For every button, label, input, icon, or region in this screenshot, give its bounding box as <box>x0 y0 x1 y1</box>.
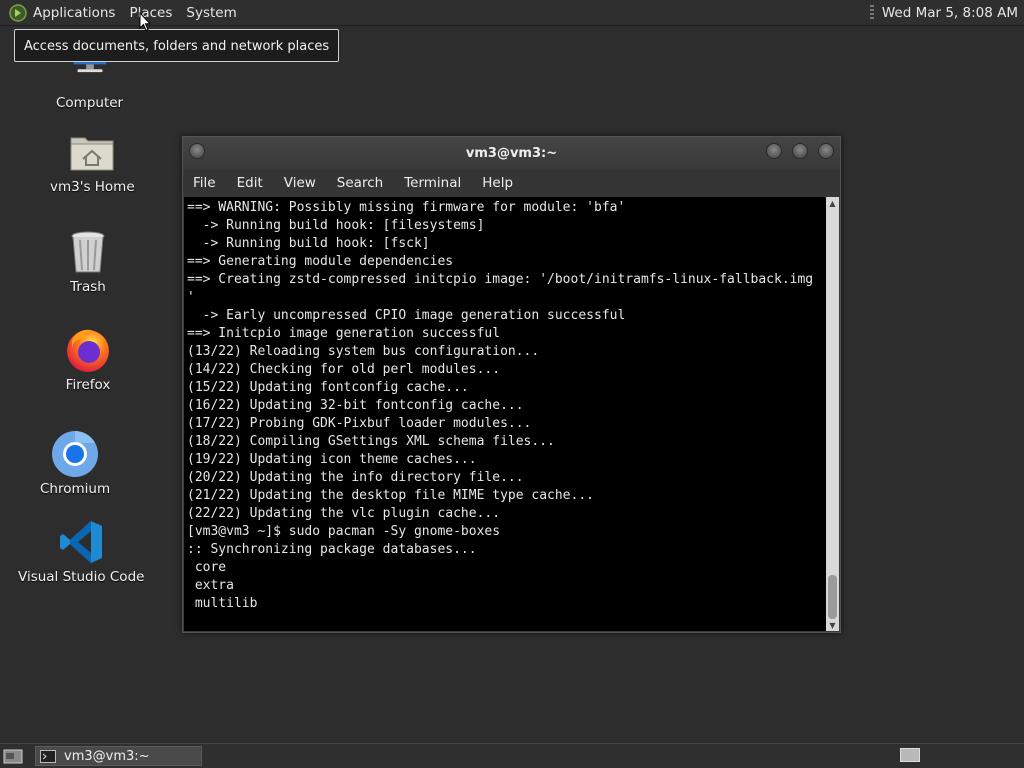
terminal-icon <box>40 749 56 763</box>
workspace-switcher[interactable] <box>900 748 920 762</box>
desktop-icon-home[interactable]: vm3's Home <box>50 128 135 195</box>
terminal-window: vm3@vm3:~ File Edit View Search Terminal… <box>182 136 841 633</box>
scroll-up-arrow-icon[interactable]: ▲ <box>826 197 839 209</box>
taskbar-item-label: vm3@vm3:~ <box>64 748 150 764</box>
terminal-text: ==> WARNING: Possibly missing firmware f… <box>184 197 827 613</box>
scrollbar-thumb[interactable] <box>828 575 837 619</box>
panel-handle[interactable] <box>869 4 874 21</box>
desktop-icon-label: Trash <box>70 279 106 295</box>
clock[interactable]: Wed Mar 5, 8:08 AM <box>882 5 1018 21</box>
desktop-icon-trash[interactable]: Trash <box>64 228 112 295</box>
desktop-icon-chromium[interactable]: Chromium <box>40 430 110 497</box>
menu-terminal[interactable]: Terminal <box>404 175 461 191</box>
terminal-output[interactable]: ==> WARNING: Possibly missing firmware f… <box>184 197 827 631</box>
menu-search[interactable]: Search <box>337 175 383 191</box>
terminal-line: ==> Generating module dependencies <box>187 254 454 269</box>
terminal-line: (19/22) Updating icon theme caches... <box>187 452 477 467</box>
terminal-line: (17/22) Probing GDK-Pixbuf loader module… <box>187 416 532 431</box>
bottom-panel: vm3@vm3:~ <box>0 743 1024 768</box>
desktop-icon-label: vm3's Home <box>50 179 135 195</box>
terminal-line: multilib <box>187 596 258 611</box>
terminal-line: extra <box>187 578 234 593</box>
show-desktop-icon[interactable] <box>3 748 23 764</box>
distro-logo-icon[interactable] <box>9 3 27 22</box>
desktop-icon-label: Firefox <box>65 377 111 393</box>
trash-icon <box>71 231 105 273</box>
mouse-cursor-icon <box>139 12 151 32</box>
places-tooltip: Access documents, folders and network pl… <box>14 29 340 62</box>
terminal-scrollbar[interactable]: ▲ ▼ <box>826 197 839 631</box>
terminal-menubar: File Edit View Search Terminal Help <box>183 169 840 197</box>
terminal-line: (14/22) Checking for old perl modules... <box>187 362 501 377</box>
terminal-line: (13/22) Reloading system bus configurati… <box>187 344 540 359</box>
terminal-line: ' <box>187 290 195 305</box>
terminal-line: core <box>187 560 227 575</box>
top-panel: Applications Places System Wed Mar 5, 8:… <box>0 0 1024 26</box>
terminal-line: (20/22) Updating the info directory file… <box>187 470 524 485</box>
window-menu-button[interactable] <box>189 143 205 159</box>
system-menu[interactable]: System <box>186 5 236 21</box>
menu-file[interactable]: File <box>193 175 216 191</box>
applications-menu[interactable]: Applications <box>33 5 115 21</box>
minimize-button[interactable] <box>766 143 782 159</box>
desktop-icon-vscode[interactable]: Visual Studio Code <box>18 518 144 585</box>
scroll-down-arrow-icon[interactable]: ▼ <box>826 619 839 631</box>
terminal-line: (15/22) Updating fontconfig cache... <box>187 380 469 395</box>
terminal-line: ==> Initcpio image generation successful <box>187 326 501 341</box>
chromium-icon <box>52 431 99 477</box>
home-folder-icon <box>70 137 114 171</box>
terminal-line: -> Running build hook: [filesystems] <box>187 218 485 233</box>
terminal-line: -> Running build hook: [fsck] <box>187 236 430 251</box>
desktop-icon-firefox[interactable]: Firefox <box>64 326 112 393</box>
window-title: vm3@vm3:~ <box>465 145 558 161</box>
terminal-line: (22/22) Updating the vlc plugin cache... <box>187 506 501 521</box>
desktop-icon-label: Computer <box>56 95 124 111</box>
terminal-line: ==> WARNING: Possibly missing firmware f… <box>187 200 626 215</box>
desktop-icon-label: Visual Studio Code <box>18 569 145 585</box>
menu-edit[interactable]: Edit <box>237 175 263 191</box>
maximize-button[interactable] <box>792 143 808 159</box>
terminal-line: (18/22) Compiling GSettings XML schema f… <box>187 434 555 449</box>
desktop-icon-computer[interactable]: Computer <box>56 56 123 111</box>
vscode-icon <box>60 521 103 563</box>
terminal-line: [vm3@vm3 ~]$ sudo pacman -Sy gnome-boxes <box>187 524 501 539</box>
terminal-line: ==> Creating zstd-compressed initcpio im… <box>187 272 814 287</box>
firefox-icon <box>67 329 109 372</box>
terminal-line: -> Early uncompressed CPIO image generat… <box>187 308 626 323</box>
window-titlebar[interactable]: vm3@vm3:~ <box>183 137 840 169</box>
desktop-icon-label: Chromium <box>40 481 111 497</box>
terminal-line: (16/22) Updating 32-bit fontconfig cache… <box>187 398 524 413</box>
terminal-line: :: Synchronizing package databases... <box>187 542 477 557</box>
panel-right-area: Wed Mar 5, 8:08 AM <box>869 0 1024 25</box>
close-button[interactable] <box>818 143 834 159</box>
menu-view[interactable]: View <box>284 175 316 191</box>
menu-help[interactable]: Help <box>482 175 513 191</box>
terminal-line: (21/22) Updating the desktop file MIME t… <box>187 488 594 503</box>
taskbar-item-terminal[interactable]: vm3@vm3:~ <box>35 746 202 766</box>
